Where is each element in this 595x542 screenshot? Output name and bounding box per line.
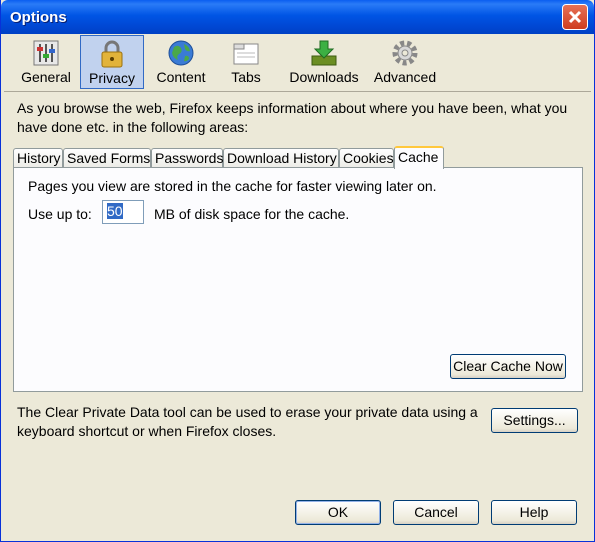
title-bar[interactable]: Options bbox=[1, 0, 594, 34]
toolbar-advanced[interactable]: Advanced bbox=[368, 35, 442, 89]
ok-button[interactable]: OK bbox=[295, 500, 381, 525]
window-title: Options bbox=[10, 9, 67, 26]
privacy-intro: As you browse the web, Firefox keeps inf… bbox=[17, 100, 568, 135]
tab-cache[interactable]: Cache bbox=[394, 146, 444, 169]
toolbar-label: Advanced bbox=[373, 69, 437, 85]
tab-cookies[interactable]: Cookies bbox=[339, 148, 394, 168]
tab-download-history[interactable]: Download History bbox=[223, 148, 339, 168]
toolbar-label: Tabs bbox=[231, 69, 261, 85]
tab-passwords[interactable]: Passwords bbox=[151, 148, 223, 168]
clear-private-data-text: The Clear Private Data tool can be used … bbox=[17, 404, 478, 439]
cache-size-suffix: MB of disk space for the cache. bbox=[154, 206, 350, 222]
cache-description: Pages you view are stored in the cache f… bbox=[28, 178, 437, 194]
general-icon bbox=[33, 40, 59, 66]
tab-saved-forms[interactable]: Saved Forms bbox=[63, 148, 151, 168]
toolbar-label: Privacy bbox=[89, 70, 135, 86]
toolbar-label: General bbox=[21, 69, 71, 85]
help-button[interactable]: Help bbox=[491, 500, 577, 525]
tab-history[interactable]: History bbox=[13, 148, 63, 168]
padlock-icon bbox=[101, 40, 123, 68]
toolbar-downloads[interactable]: Downloads bbox=[284, 35, 364, 89]
cache-size-value: 50 bbox=[107, 203, 123, 219]
close-icon bbox=[568, 10, 582, 24]
toolbar-divider bbox=[4, 91, 591, 92]
use-up-to-label: Use up to: bbox=[28, 206, 92, 222]
cache-size-input[interactable]: 50 bbox=[102, 200, 144, 224]
downloads-icon bbox=[311, 40, 337, 66]
toolbar-content[interactable]: Content bbox=[146, 35, 216, 89]
close-button[interactable] bbox=[562, 4, 588, 30]
settings-button[interactable]: Settings... bbox=[491, 408, 578, 433]
pane-toolbar: General Privacy Content Tabs Downloads A… bbox=[4, 34, 591, 90]
options-window: Options General Privacy Content Tabs Dow… bbox=[0, 0, 595, 542]
globe-icon bbox=[168, 40, 194, 66]
toolbar-tabs[interactable]: Tabs bbox=[218, 35, 274, 89]
toolbar-privacy[interactable]: Privacy bbox=[80, 35, 144, 89]
clear-cache-now-button[interactable]: Clear Cache Now bbox=[450, 354, 566, 379]
toolbar-general[interactable]: General bbox=[14, 35, 78, 89]
toolbar-label: Downloads bbox=[289, 69, 359, 85]
toolbar-label: Content bbox=[156, 69, 206, 85]
cancel-button[interactable]: Cancel bbox=[393, 500, 479, 525]
tabs-icon bbox=[233, 43, 259, 65]
gear-icon bbox=[392, 40, 418, 66]
cache-panel: Pages you view are stored in the cache f… bbox=[13, 167, 583, 392]
